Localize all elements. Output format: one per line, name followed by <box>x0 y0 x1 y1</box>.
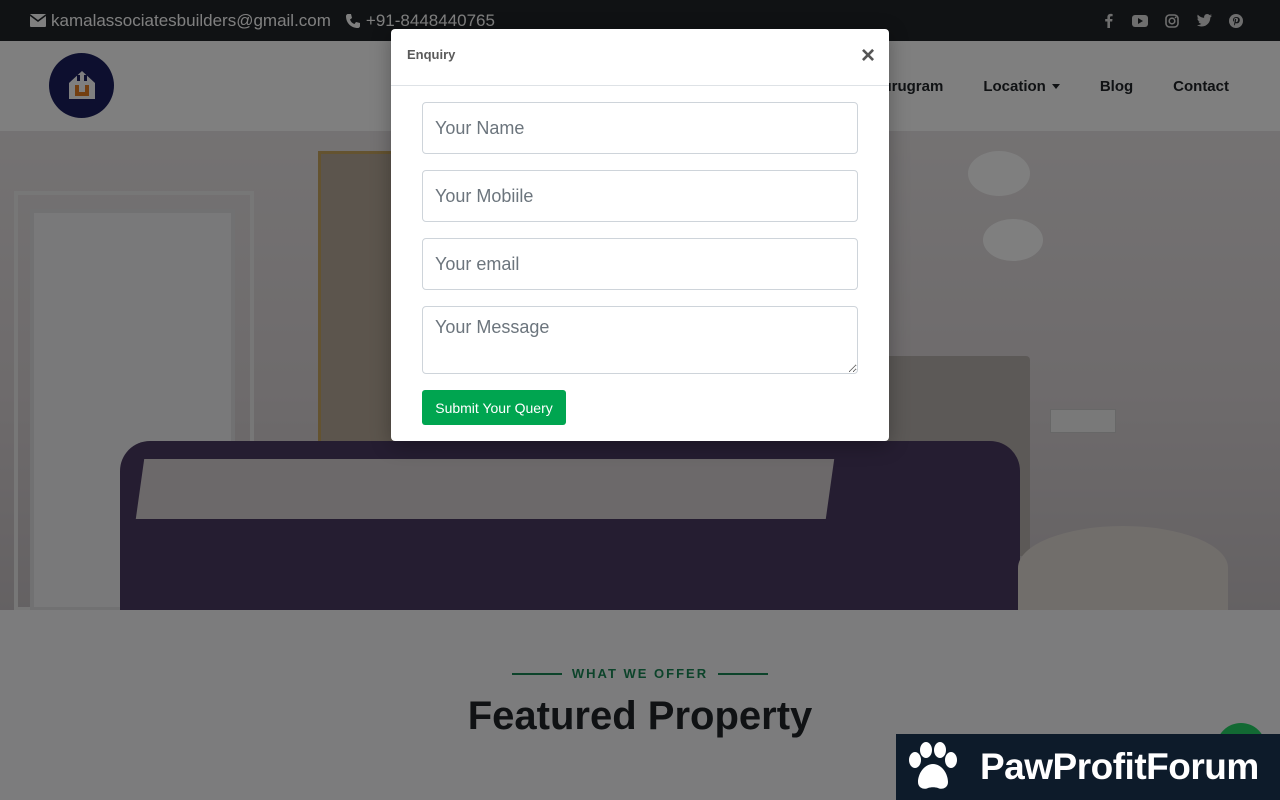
modal-header: Enquiry × <box>391 29 889 86</box>
mobile-input[interactable] <box>422 170 858 222</box>
paw-icon <box>906 740 960 794</box>
watermark-banner: PawProfitForum <box>896 734 1280 800</box>
close-icon[interactable]: × <box>861 44 875 68</box>
message-textarea[interactable] <box>422 306 858 374</box>
name-input[interactable] <box>422 102 858 154</box>
watermark-brand: PawProfitForum <box>980 746 1259 787</box>
email-input[interactable] <box>422 238 858 290</box>
modal-title: Enquiry <box>407 47 456 62</box>
enquiry-modal: Enquiry × Submit Your Query <box>391 29 889 441</box>
submit-query-button[interactable]: Submit Your Query <box>422 390 566 425</box>
